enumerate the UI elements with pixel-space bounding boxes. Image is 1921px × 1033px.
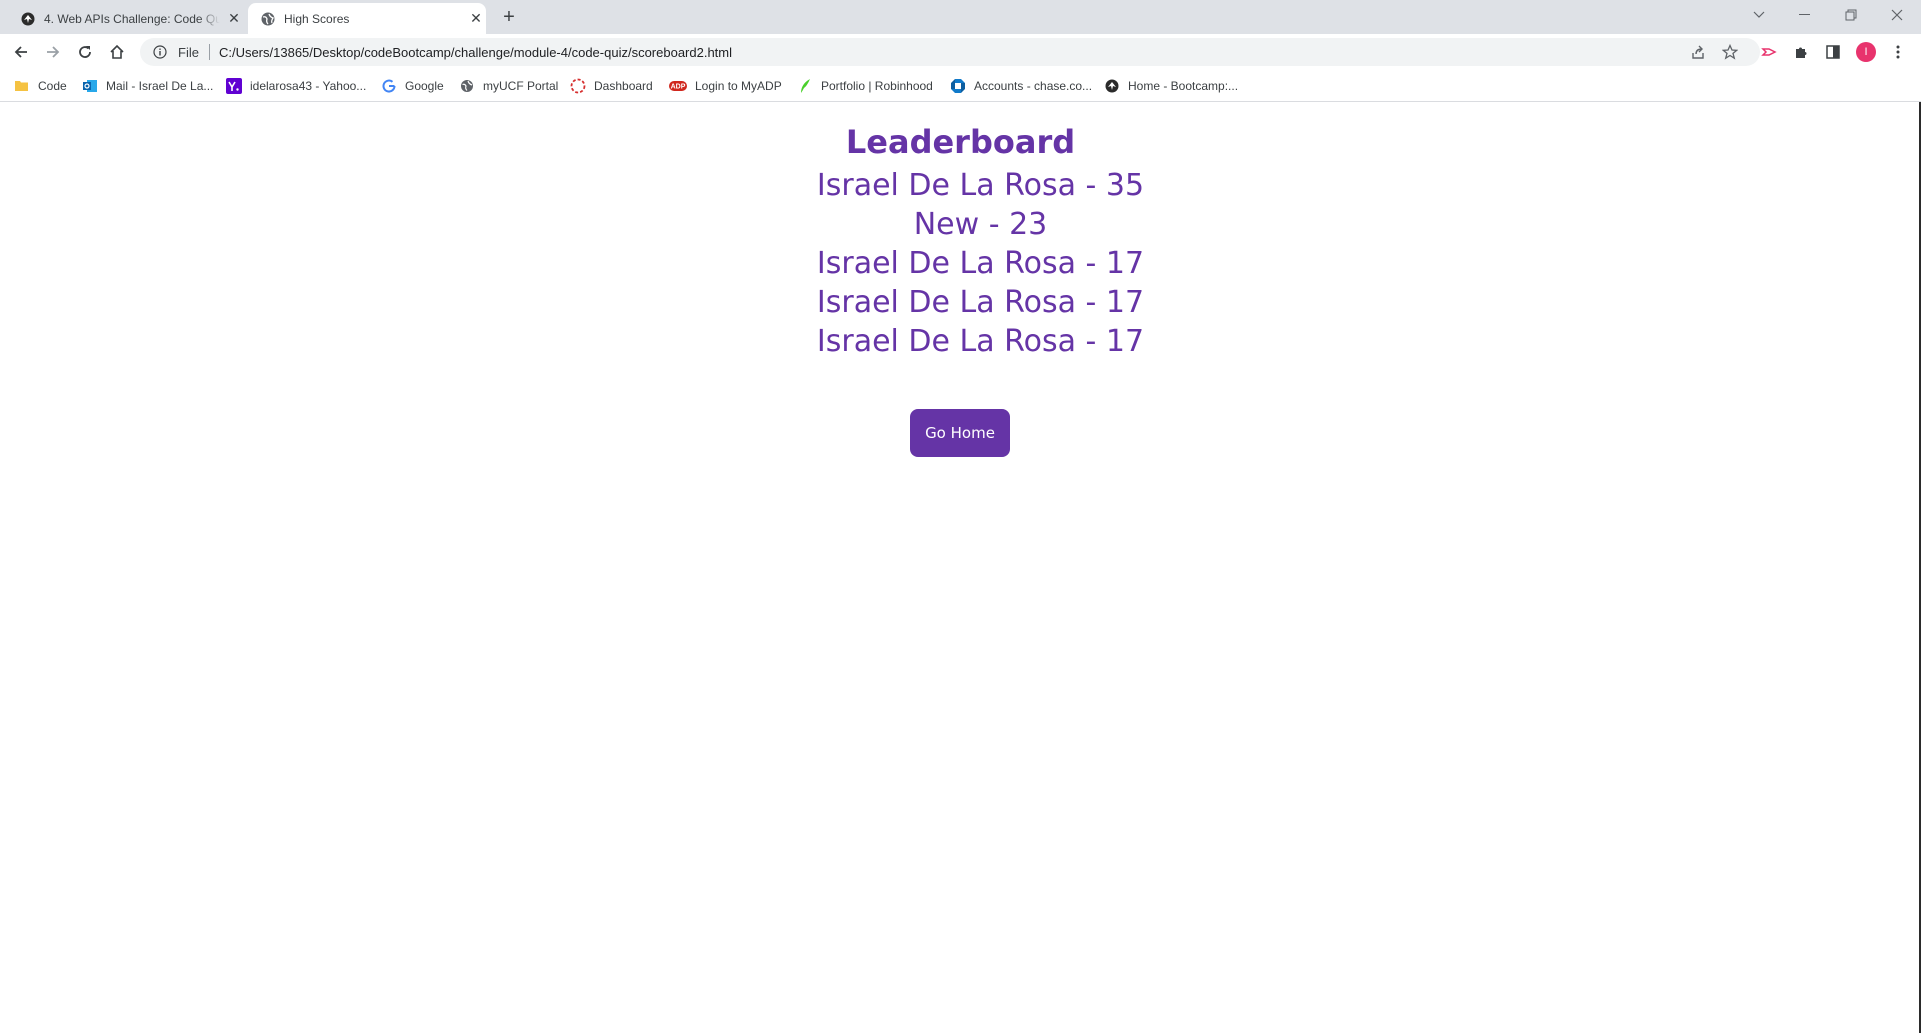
score-entry: Israel De La Rosa - 17 <box>816 285 1145 320</box>
extension-red-icon[interactable] <box>1757 40 1781 64</box>
scheme-label: File <box>178 44 199 60</box>
score-list: Israel De La Rosa - 35 New - 23 Israel D… <box>20 166 1921 361</box>
outlook-icon <box>82 78 98 94</box>
robinhood-icon <box>797 78 813 94</box>
tab-title: 4. Web APIs Challenge: Code Quiz <box>44 11 220 26</box>
bookmark-label: Dashboard <box>594 79 653 93</box>
tab-title: High Scores <box>284 11 350 26</box>
info-icon[interactable] <box>152 44 168 60</box>
address-bar[interactable]: File C:/Users/13865/Desktop/codeBootcamp… <box>140 38 1760 66</box>
restore-icon[interactable] <box>1839 4 1863 26</box>
close-icon[interactable]: ✕ <box>226 10 242 27</box>
adp-icon: ADP <box>669 78 687 94</box>
bookmark-myucf[interactable]: myUCF Portal <box>459 77 558 95</box>
score-entry: Israel De La Rosa - 17 <box>816 246 1145 281</box>
google-icon <box>381 78 397 94</box>
home-icon[interactable] <box>105 40 129 64</box>
share-icon[interactable] <box>1686 40 1710 64</box>
divider <box>208 44 210 60</box>
bookmark-label: idelarosa43 - Yahoo... <box>250 79 367 93</box>
yahoo-icon <box>226 78 242 94</box>
browser-window: 4. Web APIs Challenge: Code Quiz ✕ High … <box>0 0 1921 1033</box>
bookmark-google[interactable]: Google <box>381 77 444 95</box>
back-icon[interactable] <box>9 40 33 64</box>
minimize-icon[interactable] <box>1793 4 1817 26</box>
folder-icon <box>14 78 30 94</box>
page-title: Leaderboard <box>845 123 1076 161</box>
toolbar: File C:/Users/13865/Desktop/codeBootcamp… <box>0 34 1921 70</box>
chase-icon <box>950 78 966 94</box>
score-entry: New - 23 <box>913 207 1048 242</box>
dashboard-icon <box>570 78 586 94</box>
bookmark-label: myUCF Portal <box>483 79 559 93</box>
close-icon[interactable]: ✕ <box>468 10 484 27</box>
bootcamp-icon <box>20 11 36 27</box>
side-panel-icon[interactable] <box>1821 40 1845 64</box>
forward-icon[interactable] <box>41 40 65 64</box>
reload-icon[interactable] <box>73 40 97 64</box>
bookmark-chase[interactable]: Accounts - chase.co... <box>950 77 1092 95</box>
menu-icon[interactable] <box>1886 40 1910 64</box>
bookmark-robinhood[interactable]: Portfolio | Robinhood <box>797 77 933 95</box>
bookmark-label: Google <box>405 79 444 93</box>
bookmark-adp[interactable]: ADP Login to MyADP <box>669 77 782 95</box>
close-window-icon[interactable] <box>1885 4 1909 26</box>
score-entry: Israel De La Rosa - 35 <box>816 168 1145 203</box>
bookmark-label: Login to MyADP <box>695 79 782 93</box>
tab-code-quiz[interactable]: 4. Web APIs Challenge: Code Quiz ✕ <box>0 3 246 34</box>
bookmark-yahoo[interactable]: idelarosa43 - Yahoo... <box>226 77 366 95</box>
bookmark-label: Mail - Israel De La... <box>106 79 214 93</box>
tab-strip: 4. Web APIs Challenge: Code Quiz ✕ High … <box>0 0 1921 34</box>
bookmark-label: Portfolio | Robinhood <box>821 79 933 93</box>
bookmark-label: Code <box>38 79 67 93</box>
bookmark-code[interactable]: Code <box>14 77 67 95</box>
bookmark-mail[interactable]: Mail - Israel De La... <box>82 77 213 95</box>
bookmark-label: Home - Bootcamp:... <box>1128 79 1239 93</box>
star-icon[interactable] <box>1718 40 1742 64</box>
go-home-button[interactable]: Go Home <box>910 409 1010 457</box>
svg-text:ADP: ADP <box>671 84 686 91</box>
new-tab-button[interactable]: + <box>498 6 520 28</box>
bootcamp-icon <box>1104 78 1120 94</box>
tab-search-icon[interactable] <box>1747 4 1771 26</box>
bookmark-label: Accounts - chase.co... <box>974 79 1093 93</box>
tab-high-scores[interactable]: High Scores ✕ <box>248 3 486 34</box>
bookmark-dashboard[interactable]: Dashboard <box>570 77 653 95</box>
url-text[interactable]: C:/Users/13865/Desktop/codeBootcamp/chal… <box>219 45 732 60</box>
profile-avatar[interactable]: I <box>1856 42 1876 62</box>
bookmark-bootcamp[interactable]: Home - Bootcamp:... <box>1104 77 1238 95</box>
bookmarks-bar: Code Mail - Israel De La... idelarosa43 … <box>0 70 1921 102</box>
score-entry: Israel De La Rosa - 17 <box>816 324 1145 359</box>
extensions-puzzle-icon[interactable] <box>1789 40 1813 64</box>
leaderboard: Leaderboard Israel De La Rosa - 35 New -… <box>0 122 1921 361</box>
page-content: Leaderboard Israel De La Rosa - 35 New -… <box>0 102 1921 1033</box>
globe-icon <box>459 78 475 94</box>
globe-icon <box>260 11 276 27</box>
